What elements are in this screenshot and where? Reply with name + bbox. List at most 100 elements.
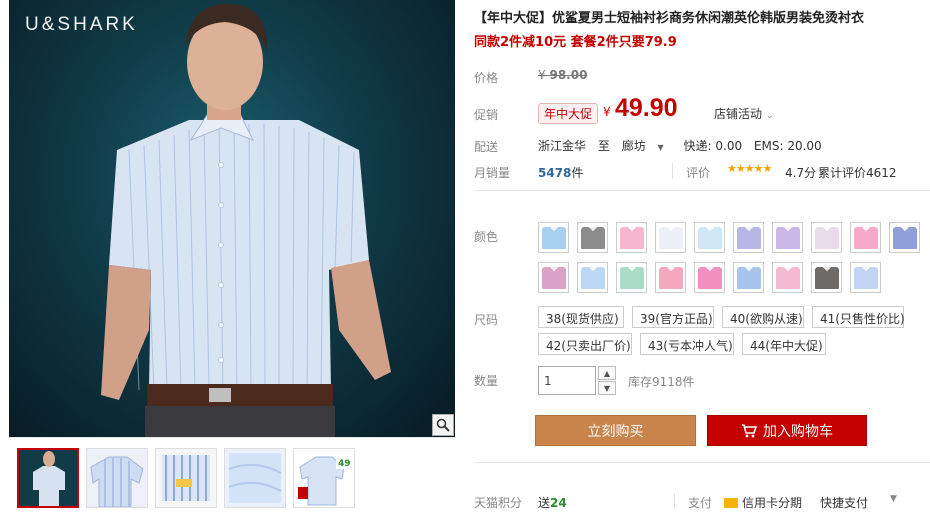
- thumbnail-image: [33, 451, 65, 506]
- installment-label: 信用卡分期: [742, 496, 803, 510]
- thumbnail-5[interactable]: 49: [293, 448, 355, 508]
- color-swatch-13[interactable]: [616, 262, 647, 293]
- credit-card-icon: [724, 497, 738, 508]
- stock-count: 库存9118件: [628, 375, 695, 389]
- buy-now-button[interactable]: 立刻购买: [535, 415, 696, 446]
- add-to-cart-button[interactable]: 加入购物车: [707, 415, 867, 446]
- shirt-icon: [541, 226, 566, 249]
- promo-price: 49.90: [615, 94, 678, 122]
- original-price-value: 98.00: [549, 68, 588, 82]
- shirt-icon: [658, 226, 683, 249]
- shirt-icon: [697, 266, 722, 289]
- thumbnail-4[interactable]: [224, 448, 286, 508]
- store-events-dropdown[interactable]: 店铺活动 ⌄: [714, 105, 773, 122]
- color-swatch-8[interactable]: [811, 222, 842, 253]
- divider: [674, 494, 675, 510]
- color-swatch-4[interactable]: [655, 222, 686, 253]
- shirt-icon: [775, 226, 800, 249]
- model-illustration: [101, 3, 391, 437]
- size-option-2[interactable]: 39(官方正品): [632, 306, 714, 328]
- payment-label: 支付: [688, 496, 713, 510]
- size-option-1[interactable]: 38(现货供应): [538, 306, 624, 328]
- points-prefix: 送: [538, 496, 551, 510]
- color-swatch-6[interactable]: [733, 222, 764, 253]
- color-swatch-14[interactable]: [655, 262, 686, 293]
- cart-icon: [742, 423, 757, 437]
- main-product-photo[interactable]: U&SHARK: [9, 0, 455, 437]
- promo-badge: 年中大促: [538, 103, 599, 124]
- shirt-icon: [814, 226, 839, 249]
- rating-score: 4.7分: [785, 166, 817, 180]
- caret-down-icon[interactable]: ▼: [890, 494, 897, 504]
- shirt-icon: [541, 266, 566, 289]
- shirt-icon: [580, 226, 605, 249]
- svg-text:49: 49: [338, 459, 351, 469]
- product-title: 【年中大促】优鲨夏男士短袖衬衫商务休闲潮英伦韩版男装免烫衬衣: [474, 11, 865, 26]
- color-swatch-19[interactable]: [850, 262, 881, 293]
- original-price: ¥ 98.00: [538, 68, 587, 82]
- section-divider: [474, 462, 930, 463]
- promo-currency-symbol: ¥: [603, 105, 611, 119]
- size-option-7[interactable]: 44(年中大促): [742, 333, 826, 355]
- quantity-input[interactable]: 1: [538, 366, 596, 395]
- quantity-label: 数量: [474, 374, 499, 388]
- color-swatch-3[interactable]: [616, 222, 647, 253]
- shirt-icon: [619, 226, 644, 249]
- color-swatch-9[interactable]: [850, 222, 881, 253]
- chevron-down-icon: ⌄: [765, 111, 774, 121]
- promo-label: 促销: [474, 108, 499, 122]
- shirt-icon: [775, 266, 800, 289]
- points-label: 天猫积分: [474, 496, 523, 510]
- shirt-icon: [697, 226, 722, 249]
- add-to-cart-label: 加入购物车: [763, 423, 833, 440]
- shirt-icon: [619, 266, 644, 289]
- destination-select[interactable]: 廊坊 ▼: [622, 139, 672, 153]
- quick-pay-option[interactable]: 快捷支付: [820, 494, 868, 511]
- size-option-5[interactable]: 42(只卖出厂价): [538, 333, 632, 355]
- monthly-sales: 5478件: [538, 164, 583, 181]
- thumbnail-3[interactable]: [155, 448, 217, 508]
- color-label: 颜色: [474, 230, 499, 244]
- thumbnail-image: [228, 453, 282, 503]
- rating-label: 评价: [686, 166, 711, 180]
- shirt-icon: [736, 226, 761, 249]
- color-swatch-5[interactable]: [694, 222, 725, 253]
- express-fee: 快递: 0.00: [683, 139, 743, 153]
- shirt-icon: [853, 266, 878, 289]
- thumbnail-image: [90, 456, 144, 507]
- shirt-icon: [658, 266, 683, 289]
- thumbnail-1[interactable]: [17, 448, 79, 508]
- color-swatch-18[interactable]: [811, 262, 842, 293]
- currency-symbol: ¥: [538, 68, 546, 82]
- size-label: 尺码: [474, 313, 499, 327]
- color-swatch-10[interactable]: [889, 222, 920, 253]
- monthly-sales-label: 月销量: [474, 166, 511, 180]
- color-swatch-12[interactable]: [577, 262, 608, 293]
- zoom-button[interactable]: [432, 414, 454, 436]
- size-option-3[interactable]: 40(欲购从速): [722, 306, 804, 328]
- quantity-increase-button[interactable]: ▲: [598, 366, 616, 380]
- color-swatch-1[interactable]: [538, 222, 569, 253]
- store-events-label: 店铺活动: [714, 107, 763, 121]
- size-option-4[interactable]: 41(只售性价比): [812, 306, 905, 328]
- color-swatch-2[interactable]: [577, 222, 608, 253]
- ems-fee: EMS: 20.00: [753, 139, 822, 153]
- color-swatch-11[interactable]: [538, 262, 569, 293]
- installment-option[interactable]: 信用卡分期: [724, 494, 802, 511]
- promo-subtitle: 同款2件减10元 套餐2件只要79.9: [474, 35, 677, 50]
- color-swatch-7[interactable]: [772, 222, 803, 253]
- thumbnail-2[interactable]: [86, 448, 148, 508]
- color-swatch-17[interactable]: [772, 262, 803, 293]
- magnifier-icon: [436, 418, 450, 432]
- thumbnail-image: [162, 455, 210, 501]
- chevron-down-icon: ▼: [603, 383, 611, 393]
- color-swatch-15[interactable]: [694, 262, 725, 293]
- review-count-link[interactable]: 累计评价4612: [818, 164, 897, 181]
- color-swatch-16[interactable]: [733, 262, 764, 293]
- brand-logo: U&SHARK: [25, 14, 138, 35]
- quantity-decrease-button[interactable]: ▼: [598, 381, 616, 395]
- price-label: 价格: [474, 71, 499, 85]
- divider: [672, 163, 673, 179]
- size-option-6[interactable]: 43(亏本冲人气): [640, 333, 734, 355]
- star-rating-icon: ★★★★★: [727, 162, 772, 175]
